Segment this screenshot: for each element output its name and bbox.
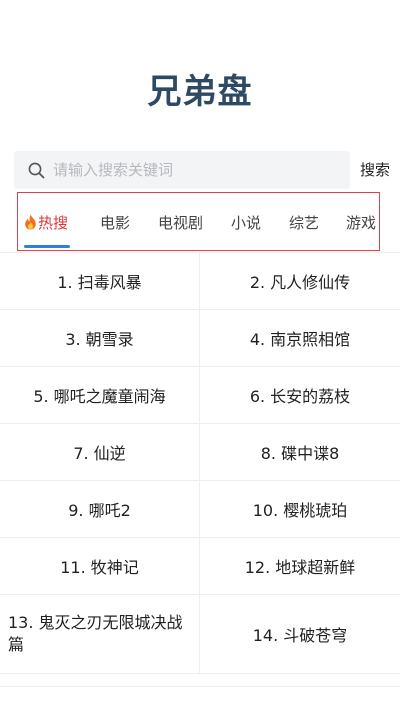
- search-bar: 搜索: [14, 151, 400, 189]
- tab-novel[interactable]: 小说: [231, 212, 261, 233]
- hot-item[interactable]: 1. 扫毒风暴: [0, 253, 200, 309]
- hot-item[interactable]: 8. 碟中谍8: [200, 424, 400, 480]
- table-row: 7. 仙逆 8. 碟中谍8: [0, 424, 400, 481]
- tab-hot[interactable]: 热搜: [24, 212, 68, 233]
- table-row: 13. 鬼灭之刃无限城决战篇 14. 斗破苍穹: [0, 595, 400, 674]
- search-input[interactable]: [53, 161, 323, 179]
- fire-icon: [24, 214, 37, 230]
- search-box[interactable]: [14, 151, 350, 189]
- active-tab-indicator: [24, 245, 70, 248]
- hot-item[interactable]: 4. 南京照相馆: [200, 310, 400, 366]
- table-row: 1. 扫毒风暴 2. 凡人修仙传: [0, 253, 400, 310]
- app-screen: 兄弟盘 搜索 热搜 电影 电视剧: [0, 0, 400, 711]
- tab-game[interactable]: 游戏: [346, 212, 376, 233]
- search-button[interactable]: 搜索: [360, 151, 390, 189]
- tab-hot-label: 热搜: [38, 214, 69, 232]
- hot-item[interactable]: 10. 樱桃琥珀: [200, 481, 400, 537]
- list-continuation: [0, 686, 400, 711]
- hot-item[interactable]: 6. 长安的荔枝: [200, 367, 400, 423]
- table-row: 11. 牧神记 12. 地球超新鲜: [0, 538, 400, 595]
- table-row: 5. 哪吒之魔童闹海 6. 长安的荔枝: [0, 367, 400, 424]
- tab-variety[interactable]: 综艺: [289, 212, 319, 233]
- category-tabs: 热搜 电影 电视剧 小说 综艺 游戏: [18, 193, 379, 250]
- table-row: 3. 朝雪录 4. 南京照相馆: [0, 310, 400, 367]
- hot-search-list: 1. 扫毒风暴 2. 凡人修仙传 3. 朝雪录 4. 南京照相馆 5. 哪吒之魔…: [0, 252, 400, 674]
- tab-tv-series[interactable]: 电视剧: [158, 212, 203, 233]
- table-row: 9. 哪吒2 10. 樱桃琥珀: [0, 481, 400, 538]
- hot-item[interactable]: 2. 凡人修仙传: [200, 253, 400, 309]
- hot-item[interactable]: 5. 哪吒之魔童闹海: [0, 367, 200, 423]
- hot-item[interactable]: 3. 朝雪录: [0, 310, 200, 366]
- hot-item[interactable]: 9. 哪吒2: [0, 481, 200, 537]
- hot-item[interactable]: 13. 鬼灭之刃无限城决战篇: [0, 595, 200, 673]
- tab-movie[interactable]: 电影: [100, 212, 130, 233]
- hot-item[interactable]: 12. 地球超新鲜: [200, 538, 400, 594]
- hot-item[interactable]: 14. 斗破苍穹: [200, 595, 400, 673]
- hot-item[interactable]: 7. 仙逆: [0, 424, 200, 480]
- hot-item[interactable]: 11. 牧神记: [0, 538, 200, 594]
- app-title: 兄弟盘: [147, 72, 253, 112]
- category-tabs-highlight: 热搜 电影 电视剧 小说 综艺 游戏: [17, 192, 380, 251]
- search-icon: [27, 161, 45, 179]
